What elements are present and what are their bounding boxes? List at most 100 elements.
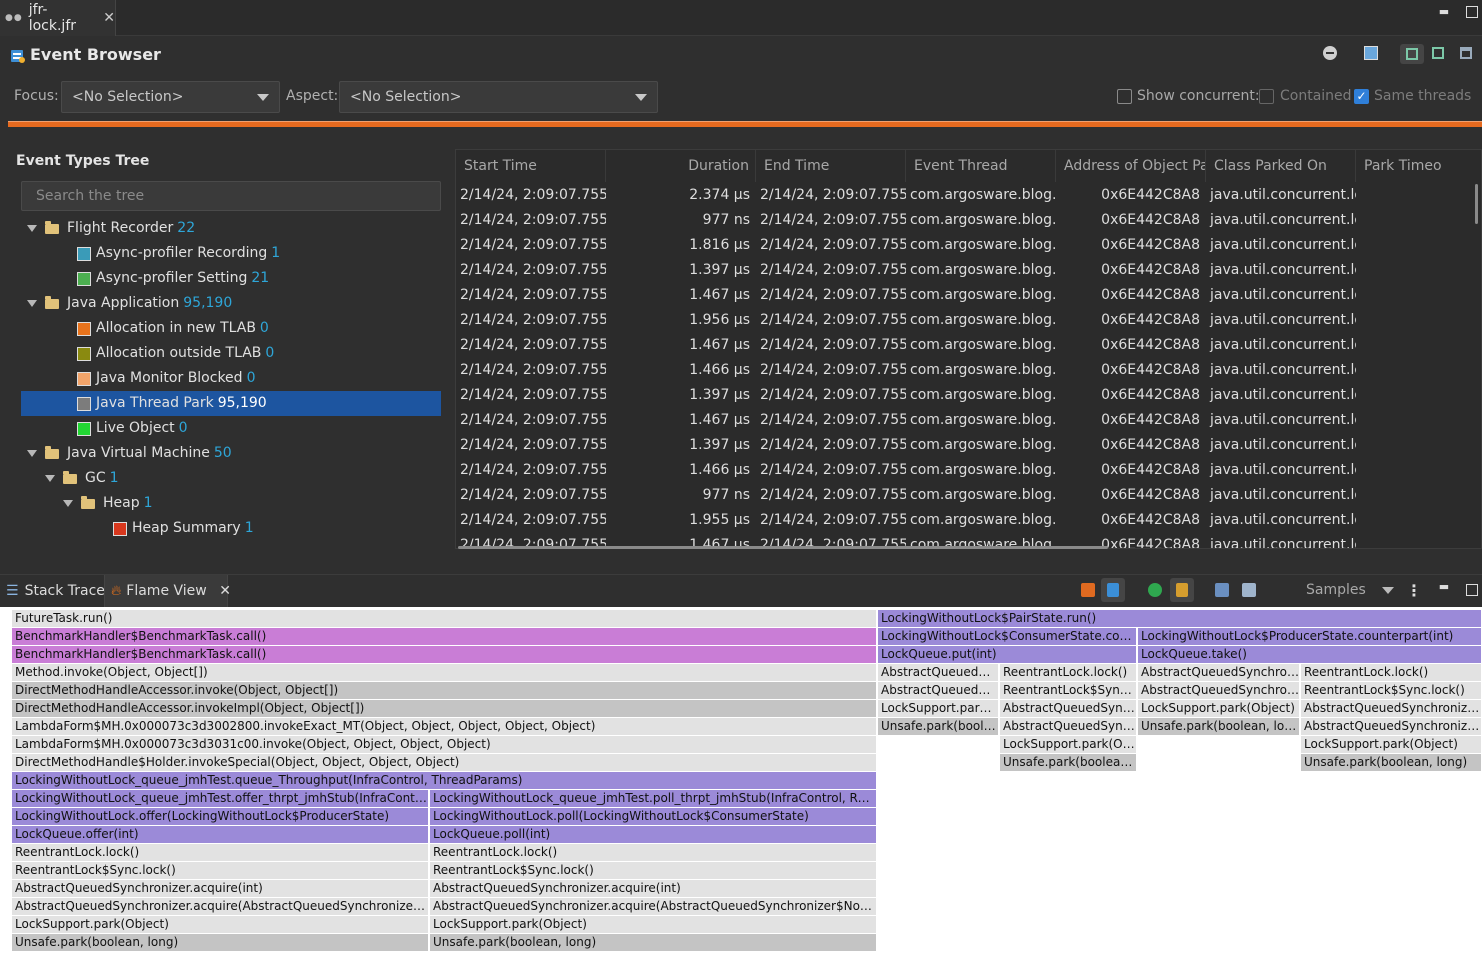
column-header[interactable]: Event Thread [906, 150, 1056, 182]
flame-frame[interactable]: AbstractQueuedSynchroni... [1138, 682, 1300, 699]
column-header[interactable]: Class Parked On [1206, 150, 1356, 182]
flame-frame[interactable]: AbstractQueuedSync... [1000, 718, 1137, 735]
table-row[interactable]: 2/14/24, 2:09:07.755 F 2.374 µs 2/14/24, 2… [456, 183, 1481, 208]
print-icon[interactable] [1242, 583, 1256, 597]
flame-frame[interactable]: AbstractQueuedSynchronizer.ac [1301, 700, 1482, 717]
flame-frame[interactable]: AbstractQueuedSynchroni... [1138, 664, 1300, 681]
flame-frame[interactable]: AbstractQueuedSynchronizer.acquire(int) [12, 880, 429, 897]
flame-frame[interactable]: Unsafe.park(boole... [878, 718, 999, 735]
collapse-icon[interactable] [1323, 46, 1337, 60]
flame-frame[interactable]: LambdaForm$MH.0x000073c3d3031c00.invoke(… [12, 736, 877, 753]
table-vertical-scrollbar[interactable] [1475, 184, 1478, 224]
close-icon[interactable]: ✕ [103, 10, 115, 26]
table-row[interactable]: 2/14/24, 2:09:07.755 F 977 ns 2/14/24, 2:0… [456, 208, 1481, 233]
icicle-toggle-pressed[interactable] [1101, 578, 1125, 602]
more-options-icon[interactable]: ⋮ [1406, 581, 1422, 600]
tree-folder-node[interactable]: GC 1 [21, 466, 441, 491]
tree-leaf-node[interactable]: Allocation in new TLAB 0 [21, 316, 441, 341]
column-header[interactable]: End Time [756, 150, 906, 182]
flame-frame[interactable]: LockingWithoutLock$ProducerState.counter… [1138, 628, 1482, 645]
flame-frame[interactable]: ReentrantLock$Sync.lock() [12, 862, 429, 879]
flame-frame[interactable]: Unsafe.park(boolean, long) [12, 934, 429, 951]
tree-leaf-node[interactable]: Allocation outside TLAB 0 [21, 341, 441, 366]
chevron-down-icon[interactable] [27, 225, 37, 232]
flame-frame[interactable]: LockingWithoutLock.offer(LockingWithoutL… [12, 808, 429, 825]
tree-leaf-node[interactable]: Heap Summary 1 [21, 516, 441, 541]
package-toggle-pressed[interactable] [1170, 578, 1194, 602]
chevron-down-icon[interactable] [27, 300, 37, 307]
table-row[interactable]: 2/14/24, 2:09:07.755 F 1.816 µs 2/14/24, 2… [456, 233, 1481, 258]
monitor-icon[interactable] [1148, 583, 1162, 597]
flame-frame[interactable]: Unsafe.park(boolean, long) [430, 934, 877, 951]
flame-frame[interactable]: LockingWithoutLock_queue_jmhTest.poll_th… [430, 790, 877, 807]
flame-frame[interactable]: AbstractQueuedSynchronizer.acquire(Abstr… [12, 898, 429, 915]
minimize-icon[interactable]: ▬ [1438, 6, 1450, 18]
layout-toggle-pressed[interactable] [1400, 44, 1424, 64]
flame-frame[interactable]: DirectMethodHandleAccessor.invoke(Object… [12, 682, 877, 699]
flame-frame[interactable]: Unsafe.park(boolean, long) [1138, 718, 1300, 735]
table-row[interactable]: 2/14/24, 2:09:07.755 F 1.955 µs 2/14/24, 2… [456, 508, 1481, 533]
contained-checkbox[interactable] [1259, 89, 1274, 104]
column-header[interactable]: Address of Object Pa [1056, 150, 1206, 182]
aspect-dropdown[interactable]: <No Selection> [339, 81, 658, 113]
save-icon[interactable] [1215, 583, 1229, 597]
flame-frame[interactable]: LockSupport.park(Object) [430, 916, 877, 933]
tree-leaf-node[interactable]: Live Object 0 [21, 416, 441, 441]
flame-orientation-icon[interactable] [1081, 583, 1095, 597]
flame-frame[interactable]: BenchmarkHandler$BenchmarkTask.call() [12, 646, 877, 663]
flame-frame[interactable]: ReentrantLock.lock() [1000, 664, 1137, 681]
flame-frame[interactable]: AbstractQueuedSynchronizer.acquire(Abstr… [430, 898, 877, 915]
table-row[interactable]: 2/14/24, 2:09:07.755 F 1.397 µs 2/14/24, 2… [456, 433, 1481, 458]
tree-folder-node[interactable]: Java Virtual Machine 50 [21, 441, 441, 466]
flame-frame[interactable]: LockSupport.park(Object) [1138, 700, 1300, 717]
flame-frame[interactable]: AbstractQueuedSynchronizer.ac [1301, 718, 1482, 735]
tree-folder-node[interactable]: Java Application 95,190 [21, 291, 441, 316]
column-header[interactable]: Start Time [456, 150, 606, 182]
flame-frame[interactable]: LockSupport.park(Obj... [1000, 736, 1137, 753]
flame-frame[interactable]: LockQueue.poll(int) [430, 826, 877, 843]
maximize-icon[interactable] [1466, 6, 1478, 18]
flame-frame[interactable]: ReentrantLock$Sync.lock() [430, 862, 877, 879]
tree-search-input[interactable]: Search the tree [21, 181, 441, 211]
table-row[interactable]: 2/14/24, 2:09:07.755 F 1.467 µs 2/14/24, 2… [456, 333, 1481, 358]
table-row[interactable]: 2/14/24, 2:09:07.755 F 1.467 µs 2/14/24, 2… [456, 283, 1481, 308]
table-row[interactable]: 2/14/24, 2:09:07.755 F 1.466 µs 2/14/24, 2… [456, 458, 1481, 483]
table-horizontal-scrollbar[interactable] [458, 546, 1108, 549]
flame-frame[interactable]: ReentrantLock.lock() [1301, 664, 1482, 681]
table-row[interactable]: 2/14/24, 2:09:07.755 F 1.467 µs 2/14/24, 2… [456, 408, 1481, 433]
flame-frame[interactable]: LockQueue.offer(int) [12, 826, 429, 843]
chevron-down-icon[interactable] [63, 500, 73, 507]
flame-frame[interactable]: Unsafe.park(boolean, long) [1301, 754, 1482, 771]
flame-frame[interactable]: LockingWithoutLock$ConsumerState.count..… [878, 628, 1137, 645]
chevron-down-icon[interactable] [27, 450, 37, 457]
close-icon[interactable]: ✕ [219, 583, 231, 599]
tree-folder-node[interactable]: Heap 1 [21, 491, 441, 516]
editor-tab-jfr-lock[interactable]: ●● jfr-lock.jfr ✕ [0, 0, 116, 36]
tree-leaf-node[interactable]: Async-profiler Recording 1 [21, 241, 441, 266]
flame-frame[interactable]: ReentrantLock$Sync.lock() [1301, 682, 1482, 699]
table-row[interactable]: 2/14/24, 2:09:07.755 F 1.466 µs 2/14/24, 2… [456, 358, 1481, 383]
flame-frame[interactable]: LockQueue.put(int) [878, 646, 1137, 663]
flame-frame[interactable]: LockSupport.park(Object) [12, 916, 429, 933]
flame-frame[interactable]: LockingWithoutLock_queue_jmhTest.offer_t… [12, 790, 429, 807]
flame-frame[interactable]: AbstractQueuedSy... [878, 682, 999, 699]
flame-frame[interactable]: LockingWithoutLock.poll(LockingWithoutLo… [430, 808, 877, 825]
table-row[interactable]: 2/14/24, 2:09:07.755 F 977 ns 2/14/24, 2:0… [456, 483, 1481, 508]
tab-flame-view[interactable]: 🔥︎ Flame View ✕ [104, 575, 231, 607]
flame-frame[interactable]: AbstractQueuedSy... [878, 664, 999, 681]
chevron-down-icon[interactable] [45, 475, 55, 482]
flame-frame[interactable]: ReentrantLock.lock() [12, 844, 429, 861]
tree-folder-node[interactable]: Flight Recorder 22 [21, 216, 441, 241]
focus-dropdown[interactable]: <No Selection> [61, 81, 280, 113]
flame-frame[interactable]: BenchmarkHandler$BenchmarkTask.call() [12, 628, 877, 645]
tree-leaf-node[interactable]: Async-profiler Setting 21 [21, 266, 441, 291]
flame-frame[interactable]: LockSupport.park(Object) [1301, 736, 1482, 753]
maximize-icon[interactable] [1466, 584, 1478, 596]
flame-frame[interactable]: LockingWithoutLock$PairState.run() [878, 610, 1482, 627]
layout-icon[interactable] [1432, 47, 1444, 59]
flame-frame[interactable]: DirectMethodHandle$Holder.invokeSpecial(… [12, 754, 877, 771]
timeline-range-bar[interactable] [8, 121, 1482, 127]
flame-frame[interactable]: FutureTask.run() [12, 610, 877, 627]
tree-leaf-node[interactable]: Java Monitor Blocked 0 [21, 366, 441, 391]
calendar-icon[interactable] [1364, 46, 1378, 60]
